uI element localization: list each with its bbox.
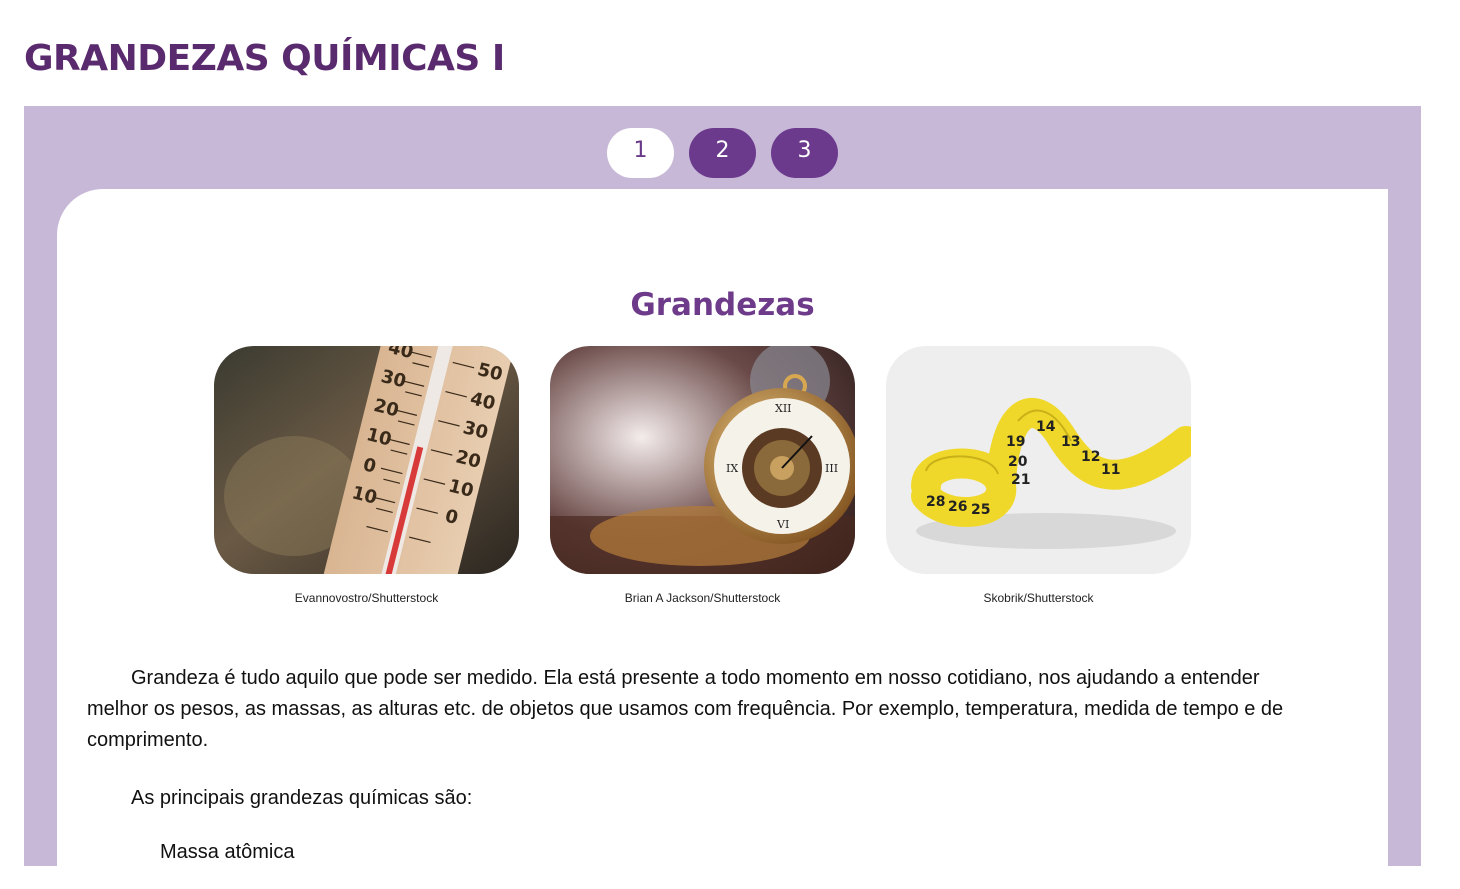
photo-credit: Brian A Jackson/Shutterstock [624,591,781,605]
svg-text:12: 12 [1081,449,1100,465]
page-button-1[interactable]: 1 [607,128,674,178]
content-panel: 1 2 3 Grandezas 40 30 20 10 0 10 50 40 3… [24,106,1421,889]
list-intro-paragraph: As principais grandezas químicas são: [131,787,473,809]
page-title: GRANDEZAS QUÍMICAS I [24,38,505,79]
content-card: Grandezas 40 30 20 10 0 10 50 40 30 20 1… [57,189,1388,889]
intro-paragraph: Grandeza é tudo aquilo que pode ser medi… [87,667,1284,751]
svg-text:VI: VI [776,518,789,531]
svg-text:20: 20 [1008,454,1028,470]
photo-credit: Evannovostro/Shutterstock [294,591,439,605]
svg-text:XII: XII [775,402,792,415]
pocket-watch-photo: XII III VI IX [550,346,855,574]
measuring-tape-photo: 19 20 21 28 26 25 14 13 12 11 [886,346,1191,574]
svg-text:28: 28 [926,494,945,510]
page-button-2[interactable]: 2 [689,128,756,178]
svg-text:21: 21 [1011,472,1030,488]
svg-text:13: 13 [1061,434,1080,450]
svg-text:14: 14 [1036,419,1056,435]
svg-text:25: 25 [971,502,990,518]
svg-text:III: III [825,462,838,475]
thermometer-photo: 40 30 20 10 0 10 50 40 30 20 10 0 [214,346,519,574]
photo-credit: Skobrik/Shutterstock [983,591,1094,605]
page-pager: 1 2 3 [607,128,838,178]
list-item: Massa atômica [160,841,295,863]
svg-text:26: 26 [948,499,967,515]
section-heading: Grandezas [630,287,815,323]
svg-text:19: 19 [1006,434,1025,450]
svg-text:11: 11 [1101,462,1120,478]
svg-text:IX: IX [726,462,738,475]
page-button-3[interactable]: 3 [771,128,838,178]
